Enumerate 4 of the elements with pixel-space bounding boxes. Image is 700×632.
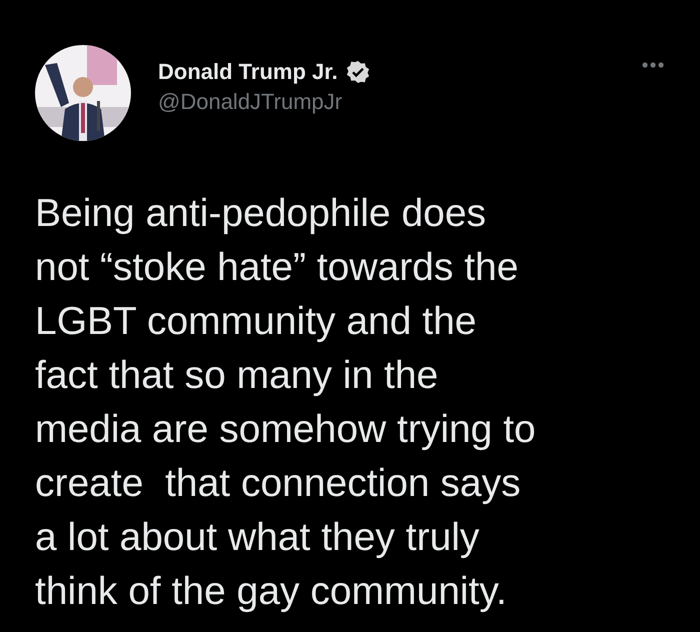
tweet-text: Being anti-pedophile does not “stoke hate” towards the LGBT community and the fact that so many in the media are somehow trying to create that connection says a lot about what they truly think of the gay community. xyxy=(35,191,537,615)
author-handle[interactable]: @DonaldJTrumpJr xyxy=(158,89,614,115)
author-name[interactable]: Donald Trump Jr. xyxy=(158,59,338,85)
more-icon[interactable] xyxy=(641,61,665,69)
